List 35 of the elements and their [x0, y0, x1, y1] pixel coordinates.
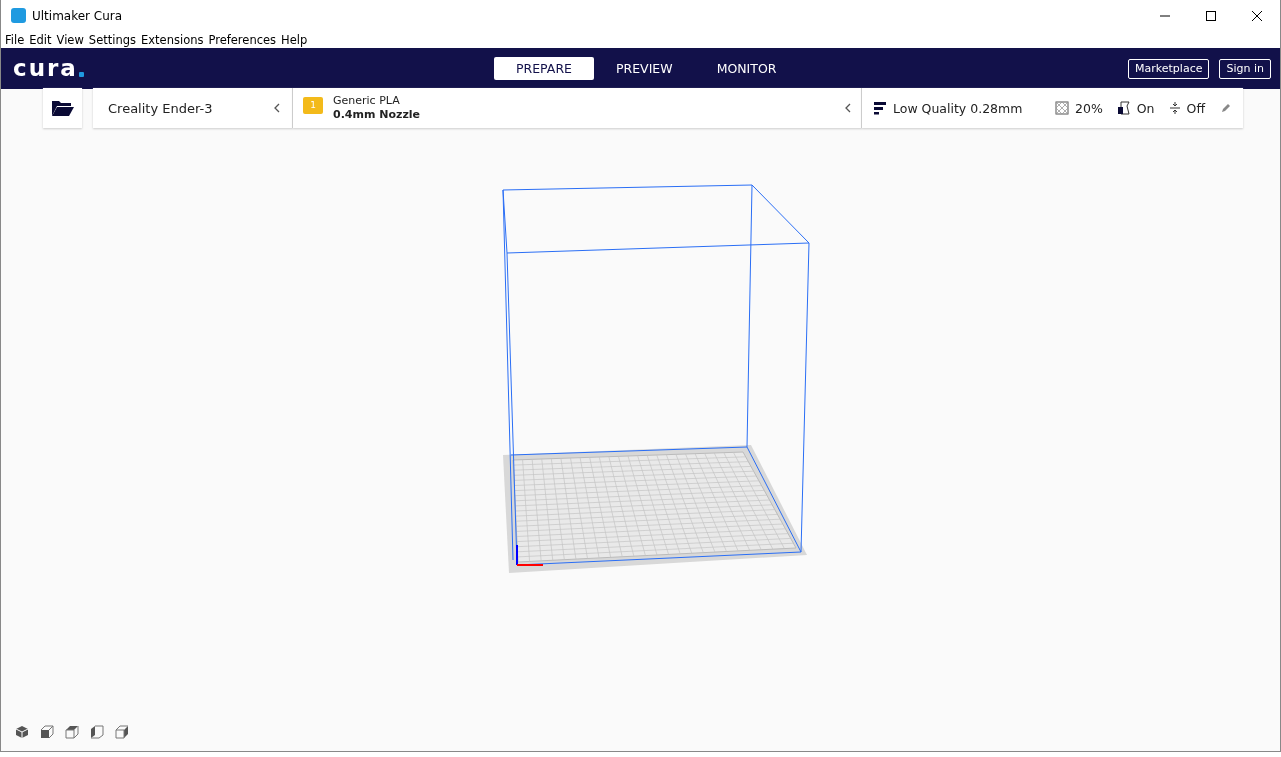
folder-icon — [50, 99, 75, 117]
menu-item[interactable]: Edit — [29, 32, 52, 47]
menu-item[interactable]: Extensions — [141, 32, 204, 47]
menu-item[interactable]: Help — [281, 32, 308, 47]
adhesion-icon — [1168, 101, 1181, 115]
view-top-icon[interactable] — [65, 725, 79, 739]
chevron-left-icon — [845, 103, 851, 113]
infill-icon — [1055, 101, 1069, 115]
view-front-icon[interactable] — [40, 725, 54, 739]
chevron-left-icon — [274, 103, 280, 113]
stage-tab[interactable]: PREPARE — [494, 57, 594, 80]
open-file-button[interactable] — [43, 88, 82, 128]
view-left-icon[interactable] — [90, 725, 104, 739]
menu-item[interactable]: View — [56, 32, 84, 47]
edit-pencil-icon[interactable] — [1221, 103, 1231, 113]
support-icon — [1116, 101, 1131, 115]
app-logo-icon — [11, 8, 26, 23]
marketplace-button[interactable]: Marketplace — [1128, 58, 1210, 79]
window-title: Ultimaker Cura — [32, 8, 123, 23]
view-right-icon[interactable] — [115, 725, 129, 739]
material-selector[interactable]: 1 Generic PLA 0.4mm Nozzle — [293, 88, 862, 128]
profile-bars-icon — [873, 101, 887, 115]
maximize-icon[interactable] — [1205, 9, 1217, 22]
menu-item[interactable]: Preferences — [208, 32, 277, 47]
menu-item[interactable]: File — [5, 32, 25, 47]
stage-tab[interactable]: PREVIEW — [594, 57, 695, 80]
extruder-badge: 1 — [303, 96, 323, 114]
view-perspective-icon[interactable] — [15, 725, 29, 739]
sign-in-button[interactable]: Sign in — [1219, 58, 1271, 79]
print-settings-selector[interactable]: Low Quality 0.28mm 20% On Off — [862, 88, 1243, 128]
close-icon[interactable] — [1251, 9, 1263, 22]
stage-tab[interactable]: MONITOR — [694, 57, 799, 80]
printer-selector[interactable]: Creality Ender-3 — [93, 88, 293, 128]
menu-item[interactable]: Settings — [88, 32, 136, 47]
cura-logo: cura — [13, 57, 97, 80]
